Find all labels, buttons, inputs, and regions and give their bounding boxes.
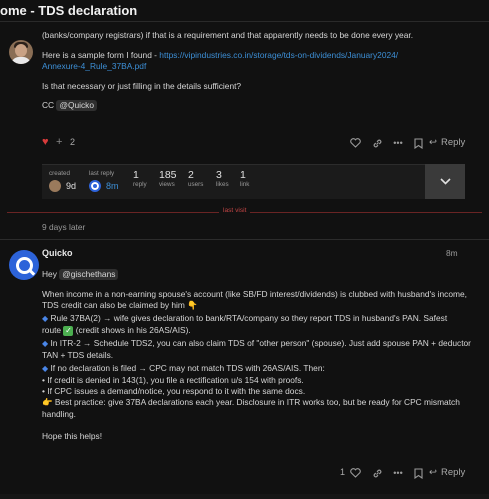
post1-sample-prefix: Here is a sample form I found - <box>42 50 160 60</box>
mention-quicko[interactable]: @Quicko <box>56 100 98 111</box>
reply-label: reply <box>133 181 147 188</box>
bullet3-sub2: • If CPC issues a demand/notice, you res… <box>42 386 306 396</box>
more-icon[interactable]: ••• <box>391 466 405 480</box>
quicko-small-avatar <box>89 180 101 192</box>
route-rest-text: (credit shows in his 26AS/AIS). <box>75 325 191 335</box>
mention-gischethans[interactable]: @gischethans <box>59 269 119 280</box>
blue-diamond-icon: ◆ <box>42 339 49 348</box>
bookmark-icon[interactable] <box>411 466 425 480</box>
page-bottom-edge <box>0 494 489 499</box>
post2-author[interactable]: Quicko <box>42 248 73 259</box>
link-icon[interactable] <box>370 136 384 150</box>
stat-last-reply[interactable]: last reply 8m <box>89 170 119 192</box>
users-label: users <box>188 181 204 188</box>
reply-button[interactable]: ↩ Reply <box>429 467 465 478</box>
likes-label: likes <box>216 181 229 188</box>
bullet2-line1: ◆ In ITR-2 → Schedule TDS2, you can also… <box>42 338 471 349</box>
stat-users[interactable]: 2 users <box>188 169 203 188</box>
tip-text: Best practice: give 37BA declarations ea… <box>54 397 460 407</box>
link-count: 1 <box>240 169 246 181</box>
post2-actions: 1 ••• ↩ Reply <box>42 466 482 482</box>
reply-button-label: Reply <box>440 467 466 478</box>
views-count: 185 <box>159 169 177 181</box>
post2-like-count[interactable]: 1 <box>340 467 345 477</box>
reply-arrow-icon: ↩ <box>429 137 437 148</box>
bullet1-line2: route ✓ (credit shows in his 26AS/AIS). <box>42 325 191 336</box>
like-icon[interactable] <box>348 136 362 150</box>
post1-cc: CC @Quicko <box>42 100 98 111</box>
created-label: created <box>49 170 71 177</box>
user-avatar[interactable] <box>9 40 33 64</box>
topic-header: ome - TDS declaration <box>0 0 489 22</box>
closing-text: Hope this helps! <box>42 431 103 441</box>
sample-form-link[interactable]: https://vipindustries.co.in/storage/tds-… <box>159 50 398 60</box>
link-label: link <box>240 181 250 188</box>
stat-created[interactable]: created 9d <box>49 170 76 192</box>
route-text: route <box>42 325 62 335</box>
p1-line2: TDS credit can also be claimed by him 👇 <box>42 300 198 311</box>
reply-count: 1 <box>133 169 139 181</box>
expand-topic-map-button[interactable] <box>425 164 465 199</box>
stat-likes: 3 likes <box>216 169 229 188</box>
p1-line1: When income in a non-earning spouse's ac… <box>42 289 467 299</box>
tip-line2: handling. <box>42 409 76 419</box>
post2-time[interactable]: 8m <box>446 248 458 259</box>
sample-form-link-cont[interactable]: Annexure-4_Rule_37BA.pdf <box>42 61 146 72</box>
blue-diamond-icon: ◆ <box>42 364 49 373</box>
last-reply-label: last reply <box>89 170 115 177</box>
post1-question: Is that necessary or just filling in the… <box>42 81 242 91</box>
greeting-text: Hey <box>42 269 57 279</box>
like-count[interactable]: 2 <box>70 137 75 147</box>
reply-button-label: Reply <box>440 137 466 148</box>
quicko-avatar[interactable] <box>9 250 39 280</box>
post1-sample: Here is a sample form I found - https://… <box>42 50 398 61</box>
users-count: 2 <box>188 169 194 181</box>
bullet1-line1: ◆ Rule 37BA(2) → wife gives declaration … <box>42 313 447 324</box>
chevron-down-icon <box>439 178 451 185</box>
stat-views: 185 views <box>159 169 177 188</box>
post-divider <box>0 239 489 240</box>
plus-icon[interactable]: + <box>56 136 62 148</box>
check-mark-icon: ✓ <box>63 325 74 336</box>
heart-icon[interactable]: ♥ <box>42 136 49 148</box>
post1-actions: ♥ + 2 ••• ↩ Reply <box>42 136 482 152</box>
bullet1-text: Rule 37BA(2) → wife gives declaration to… <box>50 313 448 323</box>
reply-button[interactable]: ↩ Reply <box>429 137 465 148</box>
time-gap: 9 days later <box>42 222 86 232</box>
stat-links[interactable]: 1 link <box>240 169 249 188</box>
likes-count: 3 <box>216 169 222 181</box>
bullet2-line2: TAN + TDS details. <box>42 350 114 360</box>
point-down-icon: 👇 <box>187 300 198 310</box>
reply-arrow-icon: ↩ <box>429 467 437 478</box>
post2-greeting: Hey @gischethans <box>42 269 119 280</box>
p1-line2-text: TDS credit can also be claimed by him <box>42 300 185 310</box>
creator-avatar <box>49 180 61 192</box>
bullet2-text: In ITR-2 → Schedule TDS2, you can also c… <box>50 338 471 348</box>
like-icon[interactable] <box>348 466 362 480</box>
created-value: 9d <box>66 181 77 191</box>
topic-map: created 9d last reply 8m 1 reply 185 vie… <box>42 164 465 199</box>
bookmark-icon[interactable] <box>411 136 425 150</box>
cc-label: CC <box>42 100 55 110</box>
blue-diamond-icon: ◆ <box>42 314 49 323</box>
bullet3-line1: ◆ If no declaration is filed → CPC may n… <box>42 363 325 374</box>
bullet3-text: If no declaration is filed → CPC may not… <box>50 363 325 373</box>
topic-title[interactable]: ome - TDS declaration <box>0 3 137 18</box>
link-icon[interactable] <box>370 466 384 480</box>
last-reply-value: 8m <box>106 181 119 191</box>
stat-replies: 1 reply <box>133 169 147 188</box>
post1-intro: (banks/company registrars) if that is a … <box>42 30 414 40</box>
bullet3-sub1: • If credit is denied in 143(1), you fil… <box>42 375 304 385</box>
last-visit-label: last visit <box>219 207 251 214</box>
views-label: views <box>159 181 175 188</box>
tip-line1: 👉 Best practice: give 37BA declarations … <box>42 397 460 408</box>
more-icon[interactable]: ••• <box>391 136 405 150</box>
point-right-icon: 👉 <box>42 397 53 407</box>
